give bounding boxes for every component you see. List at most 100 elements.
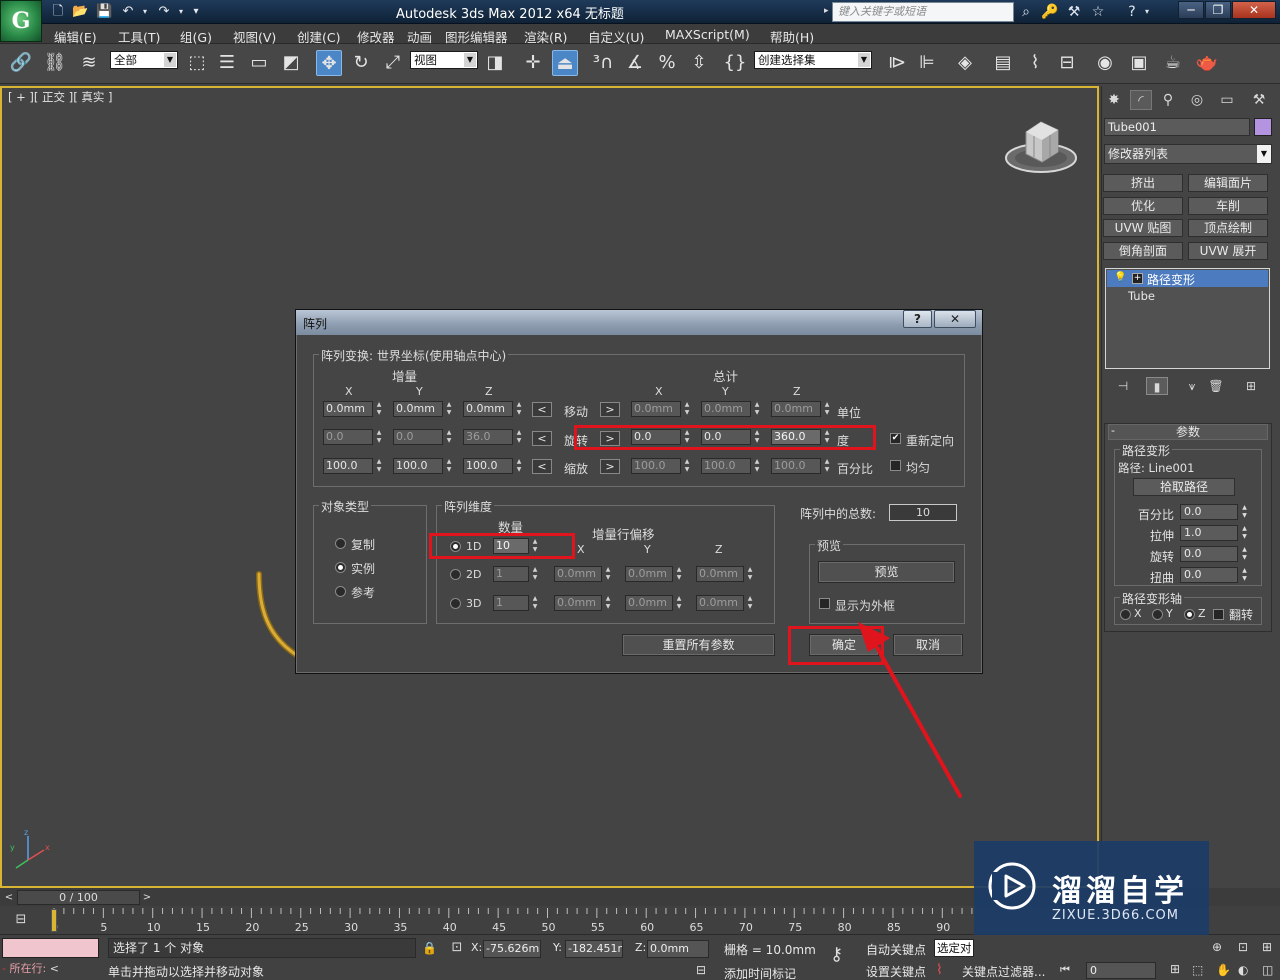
scale-total-z-spinner[interactable]: 100.0 bbox=[771, 458, 821, 474]
spinner-arrows-icon[interactable]: ▲ ▼ bbox=[682, 401, 692, 417]
motion-tab-icon[interactable]: ◎ bbox=[1186, 90, 1208, 110]
spinner-arrows-icon[interactable]: ▲ ▼ bbox=[674, 566, 684, 582]
scale-inc-z-spinner[interactable]: 100.0 bbox=[463, 458, 513, 474]
offset-3d-x-spinner[interactable]: 0.0mm bbox=[554, 595, 602, 611]
move-inc-z-spinner[interactable]: 0.0mm bbox=[463, 401, 513, 417]
offset-2d-x-spinner[interactable]: 0.0mm bbox=[554, 566, 602, 582]
object-color-swatch[interactable] bbox=[1254, 118, 1272, 136]
align-icon[interactable]: ⊫ bbox=[914, 50, 940, 76]
move-inc-y-spinner[interactable]: 0.0mm bbox=[393, 401, 443, 417]
reorient-checkbox[interactable]: ✔ bbox=[890, 433, 901, 444]
auto-key-button[interactable]: 自动关键点 bbox=[866, 941, 926, 958]
count-3d-spinner[interactable]: 1 bbox=[493, 595, 529, 611]
spinner-arrows-icon[interactable]: ▲ ▼ bbox=[1240, 504, 1249, 520]
redo-dropdown-icon[interactable]: ▾ bbox=[176, 4, 186, 20]
spinner-arrows-icon[interactable]: ▲ ▼ bbox=[682, 458, 692, 474]
spinner-arrows-icon[interactable]: ▲ ▼ bbox=[1240, 525, 1249, 541]
spinner-arrows-icon[interactable]: ▲ ▼ bbox=[822, 401, 832, 417]
reference-radio[interactable] bbox=[335, 586, 346, 597]
new-file-icon[interactable]: 🗋 bbox=[50, 4, 66, 20]
spinner-arrows-icon[interactable]: ▲ ▼ bbox=[822, 458, 832, 474]
help-icon[interactable]: ? bbox=[1122, 3, 1142, 21]
orbit-icon[interactable]: ◐ bbox=[1238, 963, 1248, 977]
named-selection-dropdown[interactable]: 创建选择集 ▼ bbox=[754, 51, 872, 69]
add-time-tag[interactable]: 添加时间标记 bbox=[724, 965, 796, 980]
scale-inc-x-spinner[interactable]: 100.0 bbox=[323, 458, 373, 474]
spinner-arrows-icon[interactable]: ▲ ▼ bbox=[603, 595, 613, 611]
hierarchy-tab-icon[interactable]: ⚲ bbox=[1157, 90, 1179, 110]
count-2d-spinner[interactable]: 1 bbox=[493, 566, 529, 582]
stretch-spinner[interactable]: 1.0 bbox=[1180, 525, 1238, 541]
select-and-rotate-icon[interactable]: ↻ bbox=[348, 50, 374, 76]
mirror-icon[interactable]: ⧐ bbox=[884, 50, 910, 76]
configure-modifier-sets-icon[interactable]: ⊞ bbox=[1240, 377, 1262, 395]
spinner-arrows-icon[interactable]: ▲ ▼ bbox=[444, 401, 454, 417]
absolute-mode-icon[interactable]: ⊡ bbox=[448, 940, 466, 958]
search-input[interactable]: 键入关键字或短语 bbox=[832, 2, 1014, 22]
display-tab-icon[interactable]: ▭ bbox=[1216, 90, 1238, 110]
viewport-label[interactable]: [ + ][ 正交 ][ 真实 ] bbox=[8, 89, 113, 105]
axis-z-radio[interactable] bbox=[1184, 609, 1195, 620]
offset-2d-y-spinner[interactable]: 0.0mm bbox=[625, 566, 673, 582]
time-prev-arrow[interactable]: < bbox=[2, 890, 16, 905]
uvw-map-button[interactable]: UVW 贴图 bbox=[1103, 219, 1183, 237]
set-key-icon[interactable]: ⚷ bbox=[830, 944, 843, 965]
move-to-increments-button[interactable]: < bbox=[532, 402, 552, 417]
object-name-field[interactable]: Tube001 bbox=[1104, 118, 1250, 136]
optimize-button[interactable]: 优化 bbox=[1103, 197, 1183, 215]
stack-item-path-deform[interactable]: 路径变形 bbox=[1147, 271, 1195, 288]
window-crossing-icon[interactable]: ◩ bbox=[278, 50, 304, 76]
pan-view-icon[interactable]: ✋ bbox=[1216, 963, 1231, 977]
dialog-close-button[interactable]: ✕ bbox=[934, 310, 976, 328]
time-next-arrow[interactable]: > bbox=[140, 890, 154, 905]
show-end-result-icon[interactable]: ▮ bbox=[1146, 377, 1168, 395]
unlink-icon[interactable]: ⛓ bbox=[42, 50, 68, 76]
snaps-toggle-icon[interactable]: ³∩ bbox=[590, 50, 616, 76]
select-by-name-icon[interactable]: ☰ bbox=[214, 50, 240, 76]
quick-access-menu-icon[interactable]: ▾ bbox=[190, 4, 202, 20]
spinner-arrows-icon[interactable]: ▲ ▼ bbox=[530, 595, 540, 611]
restore-button[interactable]: ❐ bbox=[1205, 1, 1231, 19]
reference-coordinate-dropdown[interactable]: 视图 ▼ bbox=[410, 51, 478, 69]
schematic-view-icon[interactable]: ⊟ bbox=[1054, 50, 1080, 76]
scale-to-totals-button[interactable]: > bbox=[600, 459, 620, 474]
instance-radio[interactable] bbox=[335, 562, 346, 573]
key-filters-button[interactable]: 关键点过滤器... bbox=[962, 963, 1045, 980]
spinner-arrows-icon[interactable]: ▲ ▼ bbox=[1240, 546, 1249, 562]
scale-to-increments-button[interactable]: < bbox=[532, 459, 552, 474]
edit-named-selection-icon[interactable]: {} bbox=[722, 50, 748, 76]
keyboard-shortcut-override-icon[interactable]: ⏏ bbox=[552, 50, 578, 76]
menu-maxscript[interactable]: MAXScript(M) bbox=[665, 27, 750, 42]
region-zoom-icon[interactable]: ⬚ bbox=[1192, 963, 1203, 977]
minimize-button[interactable]: ─ bbox=[1178, 1, 1204, 19]
zoom-icon[interactable]: ⊕ bbox=[1212, 940, 1222, 954]
rendered-frame-window-icon[interactable]: ☕ bbox=[1160, 50, 1186, 76]
bevel-profile-button[interactable]: 倒角剖面 bbox=[1103, 242, 1183, 260]
lathe-button[interactable]: 车削 bbox=[1188, 197, 1268, 215]
y-coord-field[interactable]: -182.451m bbox=[565, 940, 623, 958]
vertex-paint-button[interactable]: 顶点绘制 bbox=[1188, 219, 1268, 237]
spinner-arrows-icon[interactable]: ▲ ▼ bbox=[745, 595, 755, 611]
make-unique-icon[interactable]: ⩛ bbox=[1181, 377, 1203, 395]
spinner-arrows-icon[interactable]: ▲ ▼ bbox=[514, 401, 524, 417]
offset-2d-z-spinner[interactable]: 0.0mm bbox=[696, 566, 744, 582]
scale-total-y-spinner[interactable]: 100.0 bbox=[701, 458, 751, 474]
select-object-icon[interactable]: ⬚ bbox=[184, 50, 210, 76]
graphite-tools-icon[interactable]: ▤ bbox=[990, 50, 1016, 76]
pin-stack-icon[interactable]: ⊣ bbox=[1112, 377, 1134, 395]
move-inc-x-spinner[interactable]: 0.0mm bbox=[323, 401, 373, 417]
time-slider[interactable]: 0 / 100 bbox=[17, 890, 140, 905]
spinner-arrows-icon[interactable]: ▲ ▼ bbox=[444, 458, 454, 474]
lightbulb-icon[interactable]: 💡 bbox=[1114, 272, 1126, 284]
key-selection-dropdown[interactable]: 选定对 bbox=[934, 939, 974, 957]
rotation-spinner[interactable]: 0.0 bbox=[1180, 546, 1238, 562]
current-frame-field[interactable]: 0 bbox=[1086, 962, 1156, 979]
pivot-center-icon[interactable]: ◨ bbox=[482, 50, 508, 76]
rotate-to-increments-button[interactable]: < bbox=[532, 431, 552, 446]
display-as-box-checkbox[interactable] bbox=[819, 598, 830, 609]
go-to-start-icon[interactable]: ⏮ bbox=[1060, 963, 1070, 977]
dim-3d-radio[interactable] bbox=[450, 598, 461, 609]
set-key-button[interactable]: 设置关键点 bbox=[866, 963, 926, 980]
rectangular-selection-icon[interactable]: ▭ bbox=[246, 50, 272, 76]
copy-radio[interactable] bbox=[335, 538, 346, 549]
